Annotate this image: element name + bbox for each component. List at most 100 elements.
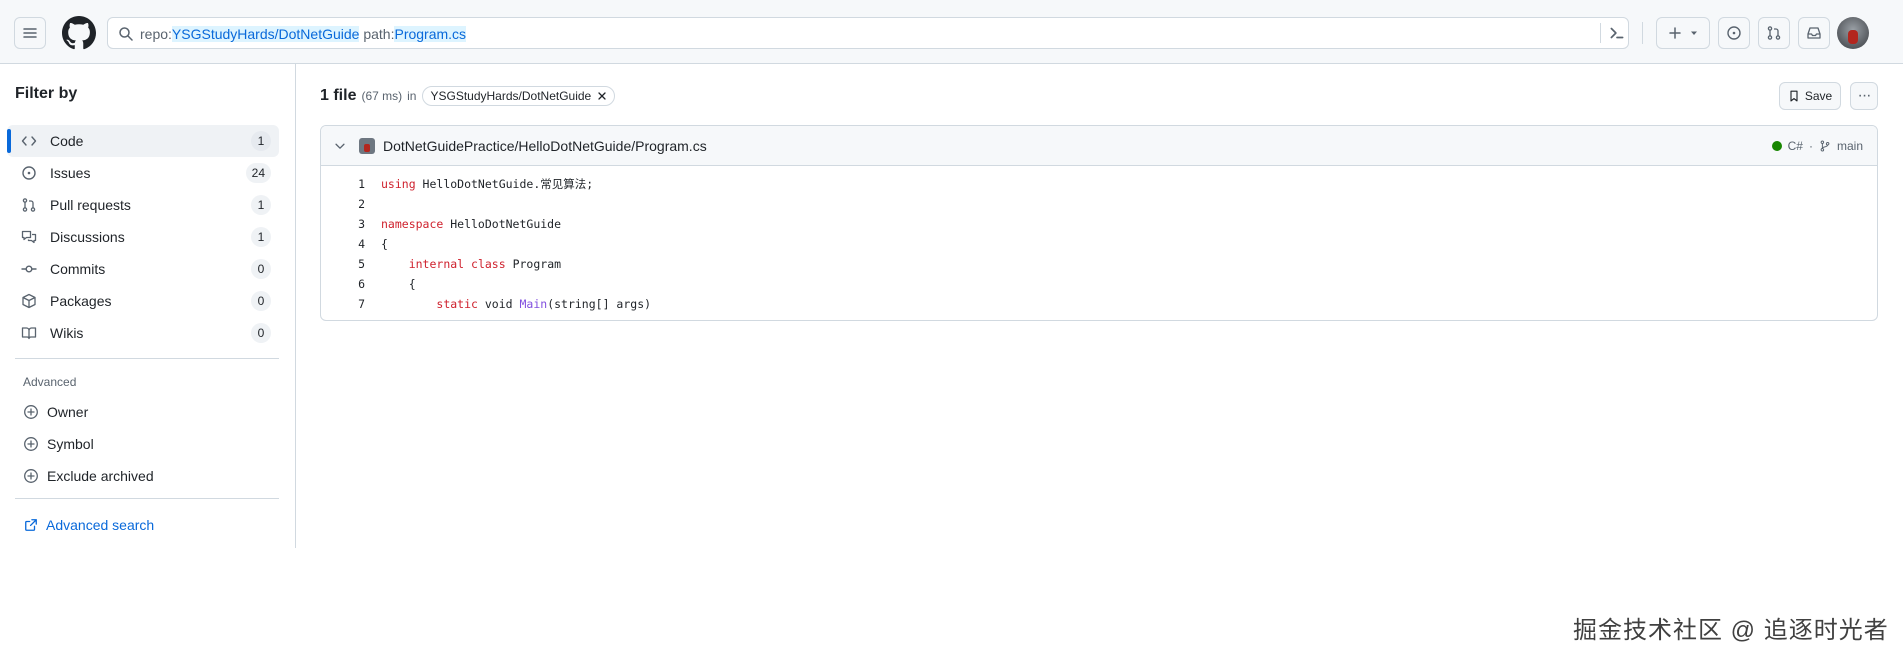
code-line: 4{ xyxy=(321,234,1877,254)
filter-item-label: Commits xyxy=(50,261,106,277)
file-meta: C# · main xyxy=(1771,139,1863,153)
search-qualifier-path: path: xyxy=(359,26,395,42)
line-content: { xyxy=(381,234,388,254)
filter-item-label: Packages xyxy=(50,293,112,309)
filter-item-count: 1 xyxy=(251,227,271,247)
results-count: 1 file xyxy=(320,87,357,104)
code-keyword: internal xyxy=(408,257,465,271)
github-logo[interactable] xyxy=(62,16,96,50)
line-number[interactable]: 5 xyxy=(321,254,365,274)
issues-button[interactable] xyxy=(1718,17,1750,49)
inbox-icon xyxy=(1807,27,1821,39)
line-number[interactable]: 1 xyxy=(321,174,365,194)
code-text: (string[] args) xyxy=(547,297,652,311)
line-number[interactable]: 3 xyxy=(321,214,365,234)
code-line: 5 internal class Program xyxy=(321,254,1877,274)
watermark: 掘金技术社区 @ 追逐时光者 xyxy=(1573,617,1889,644)
line-number[interactable]: 2 xyxy=(321,194,365,214)
plus-circle-icon xyxy=(24,469,38,483)
filter-item-label: Discussions xyxy=(50,229,125,245)
bookmark-icon xyxy=(1790,90,1798,102)
code-line: 3 namespace HelloDotNetGuide xyxy=(321,214,1877,234)
code-text: { xyxy=(381,237,388,251)
line-number[interactable]: 4 xyxy=(321,234,365,254)
code-keyword: class xyxy=(471,257,506,271)
filter-item-commits[interactable]: Commits 0 xyxy=(7,253,279,285)
search-divider xyxy=(1600,23,1601,43)
code-line: 6 { xyxy=(321,274,1877,294)
comment-discussion-icon xyxy=(21,230,37,244)
filter-item-issues[interactable]: Issues 24 xyxy=(7,157,279,189)
code-text: { xyxy=(381,277,416,291)
filter-item-packages[interactable]: Packages 0 xyxy=(7,285,279,317)
filter-sidebar: Filter by Code 1 Issues 24 Pull requests… xyxy=(0,64,296,548)
link-external-icon xyxy=(25,519,37,531)
user-avatar[interactable] xyxy=(1837,17,1869,49)
advanced-search-label: Advanced search xyxy=(46,517,155,533)
filter-item-label: Wikis xyxy=(50,325,84,341)
filter-item-wikis[interactable]: Wikis 0 xyxy=(7,317,279,349)
repo-filter-chip[interactable]: YSGStudyHards/DotNetGuide xyxy=(422,86,616,106)
filter-item-count: 1 xyxy=(251,131,271,151)
plus-icon xyxy=(1669,27,1681,39)
code-icon xyxy=(21,136,37,146)
package-icon xyxy=(22,293,36,309)
git-branch-icon xyxy=(1820,140,1830,152)
search-input[interactable]: repo:YSGStudyHards/DotNetGuide path:Prog… xyxy=(107,17,1629,49)
results-summary: 1 file (67 ms) in YSGStudyHards/DotNetGu… xyxy=(320,85,616,107)
advanced-item-label: Exclude archived xyxy=(47,468,154,484)
line-content: { xyxy=(381,274,416,294)
advanced-search-link[interactable]: Advanced search xyxy=(24,517,154,533)
line-number[interactable]: 6 xyxy=(321,274,365,294)
plus-circle-icon xyxy=(24,437,38,451)
filter-item-label: Issues xyxy=(50,165,91,181)
code-snippet: 1 using HelloDotNetGuide.常见算法; 2 3 namespace… xyxy=(321,174,1877,314)
advanced-symbol[interactable]: Symbol xyxy=(23,434,94,454)
code-line: 1 using HelloDotNetGuide.常见算法; xyxy=(321,174,1877,194)
filter-nav: Code 1 Issues 24 Pull requests 1 Discuss… xyxy=(7,125,279,349)
x-icon[interactable] xyxy=(597,91,607,101)
results-in-label: in xyxy=(407,89,417,103)
menu-button[interactable] xyxy=(14,17,46,49)
advanced-item-label: Owner xyxy=(47,404,89,420)
code-line: 7 static void Main(string[] args) xyxy=(321,294,1877,314)
code-text: HelloDotNetGuide xyxy=(443,217,562,231)
language-color-dot xyxy=(1771,141,1782,151)
chevron-down-icon[interactable] xyxy=(333,139,347,153)
git-pull-request-icon xyxy=(1767,26,1781,40)
app-header: repo:YSGStudyHards/DotNetGuide path:Prog… xyxy=(0,0,1903,64)
code-text: void xyxy=(477,297,520,311)
more-options-button[interactable]: ··· xyxy=(1850,82,1878,110)
filter-item-pull-requests[interactable]: Pull requests 1 xyxy=(7,189,279,221)
issue-opened-icon xyxy=(22,166,36,180)
code-function: Main xyxy=(519,297,548,311)
line-number[interactable]: 7 xyxy=(321,294,365,314)
filter-item-count: 0 xyxy=(251,259,271,279)
create-new-button[interactable] xyxy=(1656,17,1710,49)
filter-item-discussions[interactable]: Discussions 1 xyxy=(7,221,279,253)
filter-title: Filter by xyxy=(15,85,78,102)
filter-item-label: Pull requests xyxy=(50,197,131,213)
results-time: (67 ms) xyxy=(361,89,403,103)
filter-item-code[interactable]: Code 1 xyxy=(7,125,279,157)
inbox-button[interactable] xyxy=(1798,17,1830,49)
filter-item-count: 0 xyxy=(251,323,271,343)
git-pull-request-icon xyxy=(22,198,36,212)
kebab-icon: ··· xyxy=(1857,87,1872,104)
git-commit-icon xyxy=(21,265,37,273)
code-text: Program xyxy=(505,257,562,271)
save-search-button[interactable]: Save xyxy=(1779,82,1841,110)
filter-item-count: 1 xyxy=(251,195,271,215)
file-path-link[interactable]: DotNetGuidePractice/HelloDotNetGuide/Pro… xyxy=(383,138,707,154)
advanced-owner[interactable]: Owner xyxy=(23,402,88,422)
pull-requests-button[interactable] xyxy=(1758,17,1790,49)
terminal-icon[interactable] xyxy=(1608,24,1626,42)
search-qualifier-repo: repo: xyxy=(140,26,172,42)
repo-chip-label: YSGStudyHards/DotNetGuide xyxy=(430,89,592,103)
advanced-exclude-archived[interactable]: Exclude archived xyxy=(23,466,154,486)
search-result-file: DotNetGuidePractice/HelloDotNetGuide/Pro… xyxy=(320,125,1878,321)
code-line: 2 xyxy=(321,194,1877,214)
